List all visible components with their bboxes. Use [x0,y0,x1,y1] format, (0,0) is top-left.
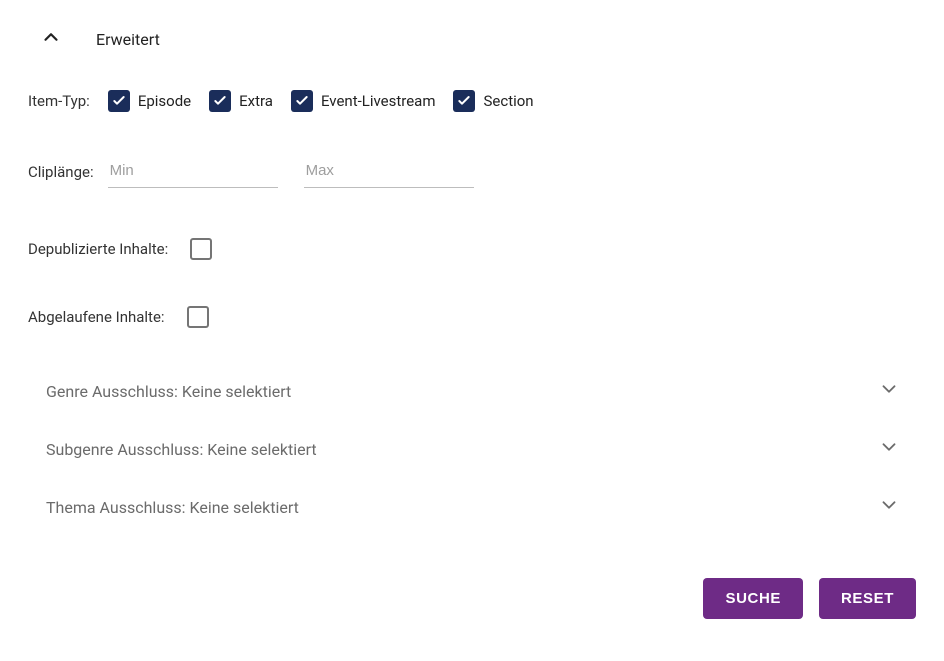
advanced-title: Erweitert [96,30,160,49]
item-type-section-label: Section [483,92,533,110]
chevron-down-icon [878,378,900,404]
chevron-up-icon [40,26,62,52]
checkbox-unchecked-icon [190,238,212,260]
panel-subgenre-exclusion[interactable]: Subgenre Ausschluss: Keine selektiert [28,420,916,478]
expired-label: Abgelaufene Inhalte: [28,308,165,326]
clip-length-min-input[interactable] [108,156,278,188]
advanced-header: Erweitert [28,20,916,80]
reset-button[interactable]: Reset [819,578,916,619]
action-buttons: Suche Reset [28,578,916,619]
item-type-episode-label: Episode [138,92,191,110]
clip-length-row: Cliplänge: [28,146,916,228]
item-type-section[interactable]: Section [453,90,533,112]
panel-genre-exclusion[interactable]: Genre Ausschluss: Keine selektiert [28,362,916,420]
clip-length-max-input[interactable] [304,156,474,188]
item-type-extra-label: Extra [239,92,273,110]
expired-row: Abgelaufene Inhalte: [28,296,916,348]
checkbox-checked-icon [291,90,313,112]
expired-checkbox[interactable] [187,306,209,328]
panel-subgenre-exclusion-title: Subgenre Ausschluss: Keine selektiert [46,440,317,459]
item-type-episode[interactable]: Episode [108,90,191,112]
item-type-event-livestream-label: Event-Livestream [321,92,436,110]
panel-thema-exclusion-title: Thema Ausschluss: Keine selektiert [46,498,299,517]
checkbox-checked-icon [209,90,231,112]
chevron-down-icon [878,436,900,462]
search-button[interactable]: Suche [703,578,803,619]
checkbox-unchecked-icon [187,306,209,328]
item-type-event-livestream[interactable]: Event-Livestream [291,90,436,112]
panel-genre-exclusion-title: Genre Ausschluss: Keine selektiert [46,382,291,401]
checkbox-checked-icon [453,90,475,112]
collapse-toggle[interactable] [40,26,62,52]
clip-length-label: Cliplänge: [28,163,94,181]
item-type-row: Item-Typ: Episode Extra Event-Livestream… [28,80,916,146]
exclusion-panels: Genre Ausschluss: Keine selektiert Subge… [28,362,916,536]
chevron-down-icon [878,494,900,520]
depublished-label: Depublizierte Inhalte: [28,240,168,258]
item-type-extra[interactable]: Extra [209,90,273,112]
panel-thema-exclusion[interactable]: Thema Ausschluss: Keine selektiert [28,478,916,536]
item-type-label: Item-Typ: [28,92,90,110]
depublished-row: Depublizierte Inhalte: [28,228,916,296]
clip-length-inputs [108,156,474,188]
checkbox-checked-icon [108,90,130,112]
item-type-group: Episode Extra Event-Livestream Section [108,90,534,112]
depublished-checkbox[interactable] [190,238,212,260]
